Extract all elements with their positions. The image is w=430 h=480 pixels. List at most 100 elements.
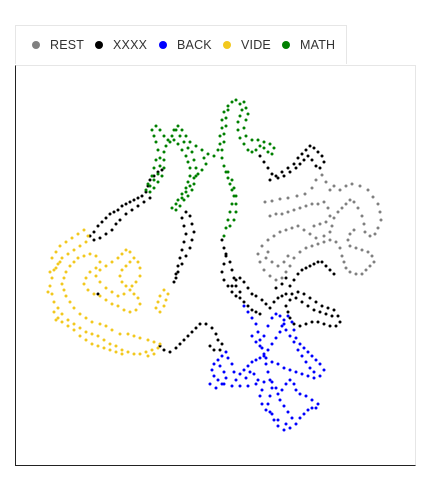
point-xxxx-11: [132, 198, 136, 202]
point-math-46: [272, 146, 276, 150]
point-xxxx-149: [316, 150, 320, 154]
point-math-47: [268, 142, 272, 146]
point-rest-93: [324, 220, 328, 224]
point-back-32: [284, 382, 288, 386]
point-math-115: [152, 186, 156, 190]
point-xxxx-65: [220, 342, 224, 346]
point-vide-104: [124, 248, 128, 252]
point-vide-78: [136, 296, 140, 300]
point-math-2: [156, 172, 160, 176]
point-vide-79: [132, 292, 136, 296]
point-xxxx-168: [238, 276, 242, 280]
point-rest-45: [266, 238, 270, 242]
point-xxxx-31: [172, 280, 176, 284]
point-back-5: [258, 338, 262, 342]
point-vide-1: [54, 250, 58, 254]
point-rest-30: [344, 202, 348, 206]
point-xxxx-24: [114, 222, 118, 226]
point-back-104: [254, 340, 258, 344]
point-vide-45: [104, 324, 108, 328]
point-math-127: [188, 184, 192, 188]
point-math-97: [176, 198, 180, 202]
point-vide-2: [58, 244, 62, 248]
point-xxxx-62: [210, 326, 214, 330]
point-xxxx-174: [264, 302, 268, 306]
point-vide-59: [76, 256, 80, 260]
point-back-15: [272, 418, 276, 422]
point-back-18: [288, 426, 292, 430]
point-vide-130: [146, 354, 150, 358]
point-vide-97: [98, 280, 102, 284]
point-math-37: [238, 136, 242, 140]
point-vide-36: [156, 346, 160, 350]
point-rest-88: [310, 202, 314, 206]
point-rest-24: [363, 230, 367, 234]
point-rest-81: [268, 214, 272, 218]
point-back-73: [306, 350, 310, 354]
point-vide-112: [166, 292, 170, 296]
point-math-59: [224, 124, 228, 128]
point-rest-33: [332, 216, 336, 220]
point-rest-56: [298, 250, 302, 254]
point-xxxx-34: [178, 256, 182, 260]
point-xxxx-169: [242, 280, 246, 284]
point-xxxx-77: [234, 294, 238, 298]
point-back-99: [256, 378, 260, 382]
point-rest-2: [278, 197, 282, 201]
point-vide-5: [76, 232, 80, 236]
point-vide-46: [98, 322, 102, 326]
point-vide-101: [110, 260, 114, 264]
point-rest-28: [352, 200, 356, 204]
point-math-31: [234, 98, 238, 102]
point-vide-132: [58, 260, 62, 264]
series-rest: [256, 173, 383, 282]
point-vide-76: [134, 308, 138, 312]
point-back-31: [288, 378, 292, 382]
point-xxxx-109: [310, 320, 314, 324]
point-xxxx-25: [118, 218, 122, 222]
point-xxxx-96: [296, 290, 300, 294]
point-rest-99: [276, 264, 280, 268]
point-rest-7: [314, 178, 318, 182]
point-vide-8: [84, 240, 88, 244]
point-vide-52: [64, 294, 68, 298]
point-rest-87: [304, 204, 308, 208]
point-rest-86: [298, 206, 302, 210]
point-vide-9: [78, 244, 82, 248]
point-xxxx-2: [96, 224, 100, 228]
point-xxxx-12: [136, 196, 140, 200]
point-xxxx-170: [246, 286, 250, 290]
point-math-50: [250, 138, 254, 142]
point-vide-125: [120, 352, 124, 356]
point-xxxx-56: [182, 338, 186, 342]
point-math-18: [188, 140, 192, 144]
point-math-128: [184, 190, 188, 194]
point-back-25: [316, 402, 320, 406]
point-vide-21: [66, 318, 70, 322]
series-vide: [46, 228, 170, 358]
point-math-101: [188, 174, 192, 178]
point-math-4: [158, 156, 162, 160]
point-math-76: [232, 218, 236, 222]
point-vide-87: [132, 256, 136, 260]
point-math-88: [192, 158, 196, 162]
point-math-113: [160, 174, 164, 178]
point-math-87: [190, 150, 194, 154]
point-back-120: [218, 364, 222, 368]
point-math-81: [230, 178, 234, 182]
point-math-3: [158, 164, 162, 168]
point-math-82: [226, 170, 230, 174]
point-xxxx-155: [306, 154, 310, 158]
point-rest-31: [340, 206, 344, 210]
point-math-53: [244, 118, 248, 122]
point-back-19: [294, 422, 298, 426]
point-math-7: [152, 134, 156, 138]
point-back-87: [264, 356, 268, 360]
point-xxxx-38: [182, 224, 186, 228]
point-xxxx-135: [332, 272, 336, 276]
point-back-2: [250, 316, 254, 320]
point-math-63: [220, 156, 224, 160]
point-back-86: [270, 360, 274, 364]
point-xxxx-134: [328, 268, 332, 272]
point-vide-10: [72, 248, 76, 252]
